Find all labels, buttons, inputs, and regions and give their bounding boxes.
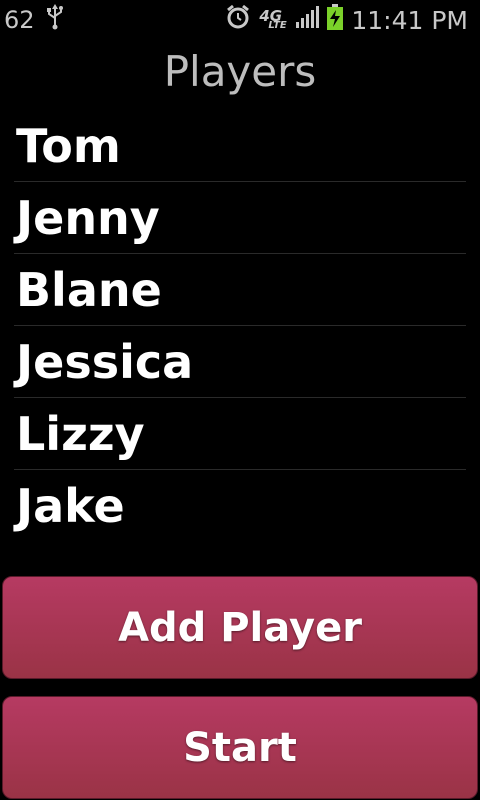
list-item[interactable]: Blane (14, 254, 466, 326)
usb-icon (45, 4, 65, 36)
status-left: 62 (4, 4, 65, 36)
network-sub: LTE (268, 20, 287, 31)
status-number: 62 (4, 6, 35, 34)
signal-icon (295, 5, 320, 35)
list-item[interactable]: Jessica (14, 326, 466, 398)
list-item[interactable]: Jake (14, 470, 466, 542)
add-player-button[interactable]: Add Player (2, 576, 478, 679)
list-item[interactable]: Lizzy (14, 398, 466, 470)
players-list: Tom Jenny Blane Jessica Lizzy Jake (14, 110, 466, 542)
page-title: Players (163, 47, 317, 96)
list-item[interactable]: Jenny (14, 182, 466, 254)
status-right: 4G LTE 11:41 PM (225, 4, 468, 36)
network-type: 4G LTE (259, 7, 287, 33)
start-button[interactable]: Start (2, 696, 478, 799)
clock: 11:41 PM (351, 5, 468, 35)
status-bar: 62 4G LTE 11:41 PM (0, 0, 480, 38)
alarm-icon (225, 4, 251, 36)
list-item[interactable]: Tom (14, 110, 466, 182)
battery-charging-icon (327, 4, 344, 36)
